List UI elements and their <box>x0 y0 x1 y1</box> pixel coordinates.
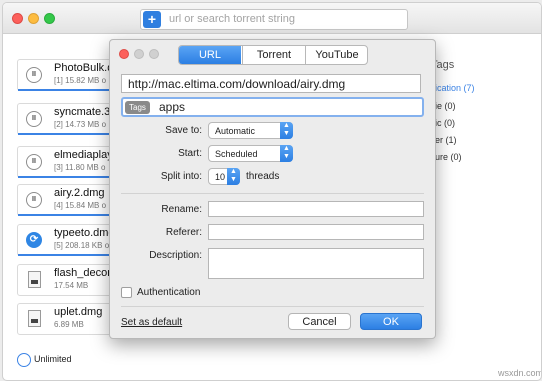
add-download-button[interactable]: + <box>143 11 161 28</box>
download-name: syncmate.3 <box>54 106 111 118</box>
source-tabs: URL Torrent YouTube <box>178 45 368 65</box>
watermark: wsxdn.com <box>498 368 542 378</box>
download-name: elmediaplay <box>54 149 113 161</box>
download-name: airy.2.dmg <box>54 187 105 199</box>
tags-value: apps <box>159 100 186 114</box>
sidebar-item-movie[interactable]: ie (0) <box>435 101 456 111</box>
rename-field[interactable] <box>208 201 424 217</box>
file-icon <box>28 271 41 288</box>
add-download-dialog: URL Torrent YouTube http://mac.eltima.co… <box>109 39 436 339</box>
download-meta: 6.89 MB <box>54 320 84 329</box>
dialog-close-button[interactable] <box>119 49 129 59</box>
download-name: PhotoBulk.d <box>54 62 114 74</box>
set-as-default-link[interactable]: Set as default <box>121 317 182 328</box>
ok-button[interactable]: OK <box>360 313 422 330</box>
description-field[interactable] <box>208 248 424 279</box>
split-value: 10 <box>215 172 226 182</box>
referer-field[interactable] <box>208 224 424 240</box>
divider <box>121 306 424 307</box>
download-name: flash_decor <box>54 267 111 279</box>
download-meta: [4] 15.84 MB o <box>54 201 107 210</box>
download-meta: [2] 14.73 MB o <box>54 120 107 129</box>
start-value: Scheduled <box>215 149 258 159</box>
refresh-icon[interactable]: ⟳ <box>26 232 42 248</box>
chevron-updown-icon: ▲ ▼ <box>280 122 293 139</box>
download-name: typeeto.dmg <box>54 227 115 239</box>
description-label: Description: <box>149 250 202 261</box>
pause-icon[interactable]: II <box>26 192 42 208</box>
split-into-label: Split into: <box>160 171 202 182</box>
url-input[interactable]: http://mac.eltima.com/download/airy.dmg <box>121 74 421 93</box>
save-to-value: Automatic <box>215 126 256 136</box>
cancel-button[interactable]: Cancel <box>288 313 351 330</box>
download-name: uplet.dmg <box>54 306 103 318</box>
authentication-checkbox[interactable] <box>121 287 132 298</box>
chevron-updown-icon: ▲ ▼ <box>280 145 293 162</box>
tab-torrent[interactable]: Torrent <box>242 46 305 64</box>
pause-icon[interactable]: II <box>26 67 42 83</box>
download-meta: [1] 15.82 MB o <box>54 76 107 85</box>
rename-label: Rename: <box>161 204 202 215</box>
minimize-window-button[interactable] <box>28 13 39 24</box>
save-to-label: Save to: <box>165 125 202 136</box>
split-threads-select[interactable]: 10 ▲ ▼ <box>208 168 240 185</box>
speed-label: Unlimited <box>34 354 72 364</box>
close-window-button[interactable] <box>12 13 23 24</box>
start-select[interactable]: Scheduled ▲ ▼ <box>208 145 293 162</box>
referer-label: Referer: <box>165 227 202 238</box>
divider <box>121 193 424 194</box>
speed-gauge-icon <box>17 353 31 367</box>
tags-chip: Tags <box>125 101 150 114</box>
pause-icon[interactable]: II <box>26 154 42 170</box>
sidebar-item-picture[interactable]: ure (0) <box>435 152 462 162</box>
dialog-zoom-button <box>149 49 159 59</box>
title-bar: + url or search torrent string <box>3 3 541 34</box>
tags-input[interactable]: Tags apps <box>121 97 424 117</box>
dialog-minimize-button <box>134 49 144 59</box>
file-icon <box>28 310 41 327</box>
save-to-select[interactable]: Automatic ▲ ▼ <box>208 122 293 139</box>
threads-label: threads <box>246 171 280 182</box>
sidebar-item-other[interactable]: er (1) <box>435 135 457 145</box>
search-input[interactable]: url or search torrent string <box>169 13 295 25</box>
tab-youtube[interactable]: YouTube <box>305 46 367 64</box>
start-label: Start: <box>178 148 202 159</box>
download-meta: 17.54 MB <box>54 281 89 290</box>
download-meta: [5] 208.18 KB o <box>54 241 110 250</box>
sidebar-item-application[interactable]: ication (7) <box>435 83 475 93</box>
chevron-updown-icon: ▲ ▼ <box>227 168 240 185</box>
zoom-window-button[interactable] <box>44 13 55 24</box>
authentication-label: Authentication <box>137 287 201 298</box>
download-meta: [3] 11.80 MB o <box>54 163 106 172</box>
pause-icon[interactable]: II <box>26 111 42 127</box>
search-bar[interactable]: + url or search torrent string <box>140 9 408 30</box>
sidebar-item-music[interactable]: ic (0) <box>435 118 455 128</box>
tab-url[interactable]: URL <box>179 46 241 64</box>
